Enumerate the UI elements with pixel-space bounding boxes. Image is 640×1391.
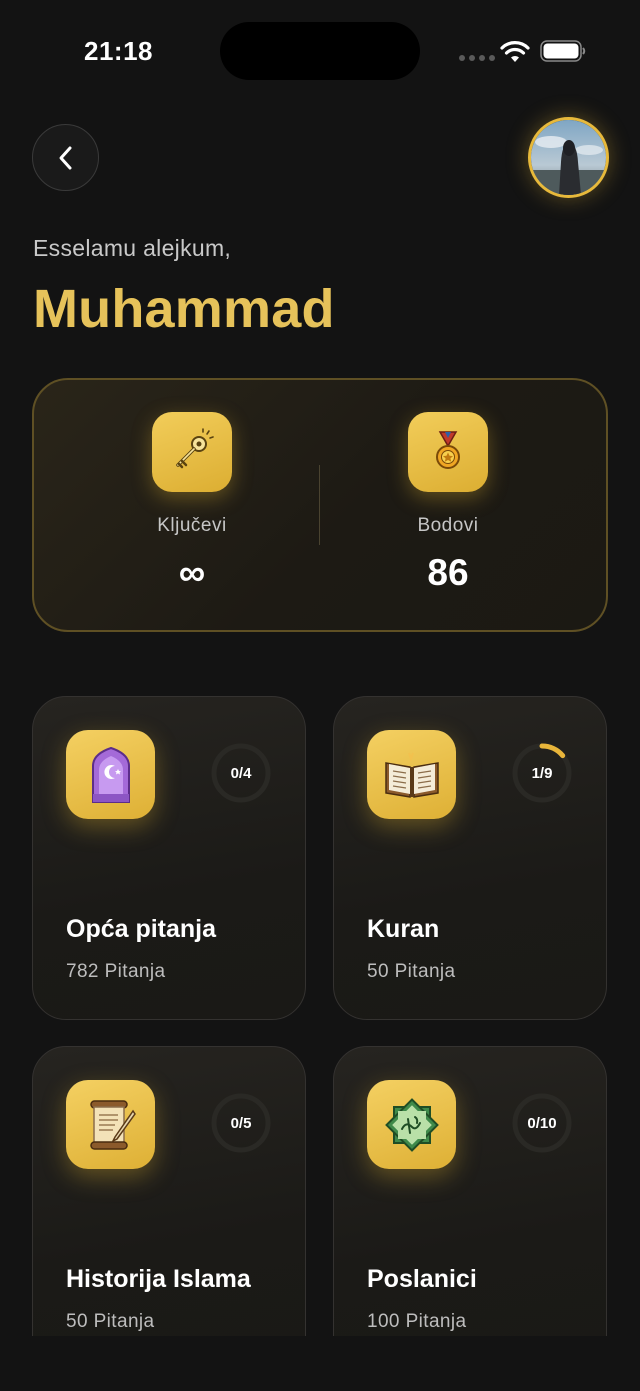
category-title: Opća pitanja [66, 915, 217, 943]
status-time: 21:18 [84, 36, 153, 66]
category-card-quran[interactable]: 1/9 Kuran 50 Pitanja [333, 696, 607, 1020]
category-card-general[interactable]: 0/4 Opća pitanja 782 Pitanja [32, 696, 306, 1020]
wifi-icon [500, 41, 530, 62]
category-question-count: 100 Pitanja [367, 1311, 467, 1332]
chevron-left-icon [59, 146, 71, 169]
category-card-prophets[interactable]: 0/10 Poslanici 100 Pitanja [333, 1046, 607, 1370]
progress-count: 0/5 [230, 1114, 252, 1132]
category-title: Historija Islama [66, 1265, 251, 1293]
cellular-signal-icon [459, 55, 495, 61]
keys-label: Ključevi [157, 515, 227, 536]
bottom-area [0, 1336, 640, 1391]
calligraphy-star-icon [384, 1097, 439, 1152]
category-question-count: 50 Pitanja [66, 1311, 155, 1332]
points-value: 86 [427, 552, 469, 593]
open-book-icon [384, 752, 439, 798]
medal-icon [436, 431, 460, 469]
category-card-history[interactable]: 0/5 Historija Islama 50 Pitanja [32, 1046, 306, 1370]
back-button[interactable] [32, 124, 99, 191]
category-title: Poslanici [367, 1265, 477, 1293]
keys-value: ∞ [178, 552, 206, 593]
avatar[interactable] [528, 117, 609, 198]
scroll-icon [89, 1099, 136, 1150]
dynamic-island [220, 22, 420, 80]
progress-count: 1/9 [531, 764, 553, 782]
stats-divider [319, 465, 320, 545]
key-icon [176, 428, 214, 469]
keys-tile [152, 412, 232, 492]
points-tile [408, 412, 488, 492]
progress-count: 0/10 [527, 1114, 557, 1132]
avatar-image [531, 120, 606, 195]
user-name: Muhammad [33, 279, 335, 339]
category-question-count: 50 Pitanja [367, 961, 456, 982]
mosque-icon [91, 746, 130, 803]
battery-icon [540, 40, 586, 62]
greeting-text: Esselamu alejkum, [33, 235, 232, 261]
category-title: Kuran [367, 915, 440, 943]
progress-count: 0/4 [230, 764, 252, 782]
category-question-count: 782 Pitanja [66, 961, 166, 982]
points-label: Bodovi [417, 515, 479, 536]
